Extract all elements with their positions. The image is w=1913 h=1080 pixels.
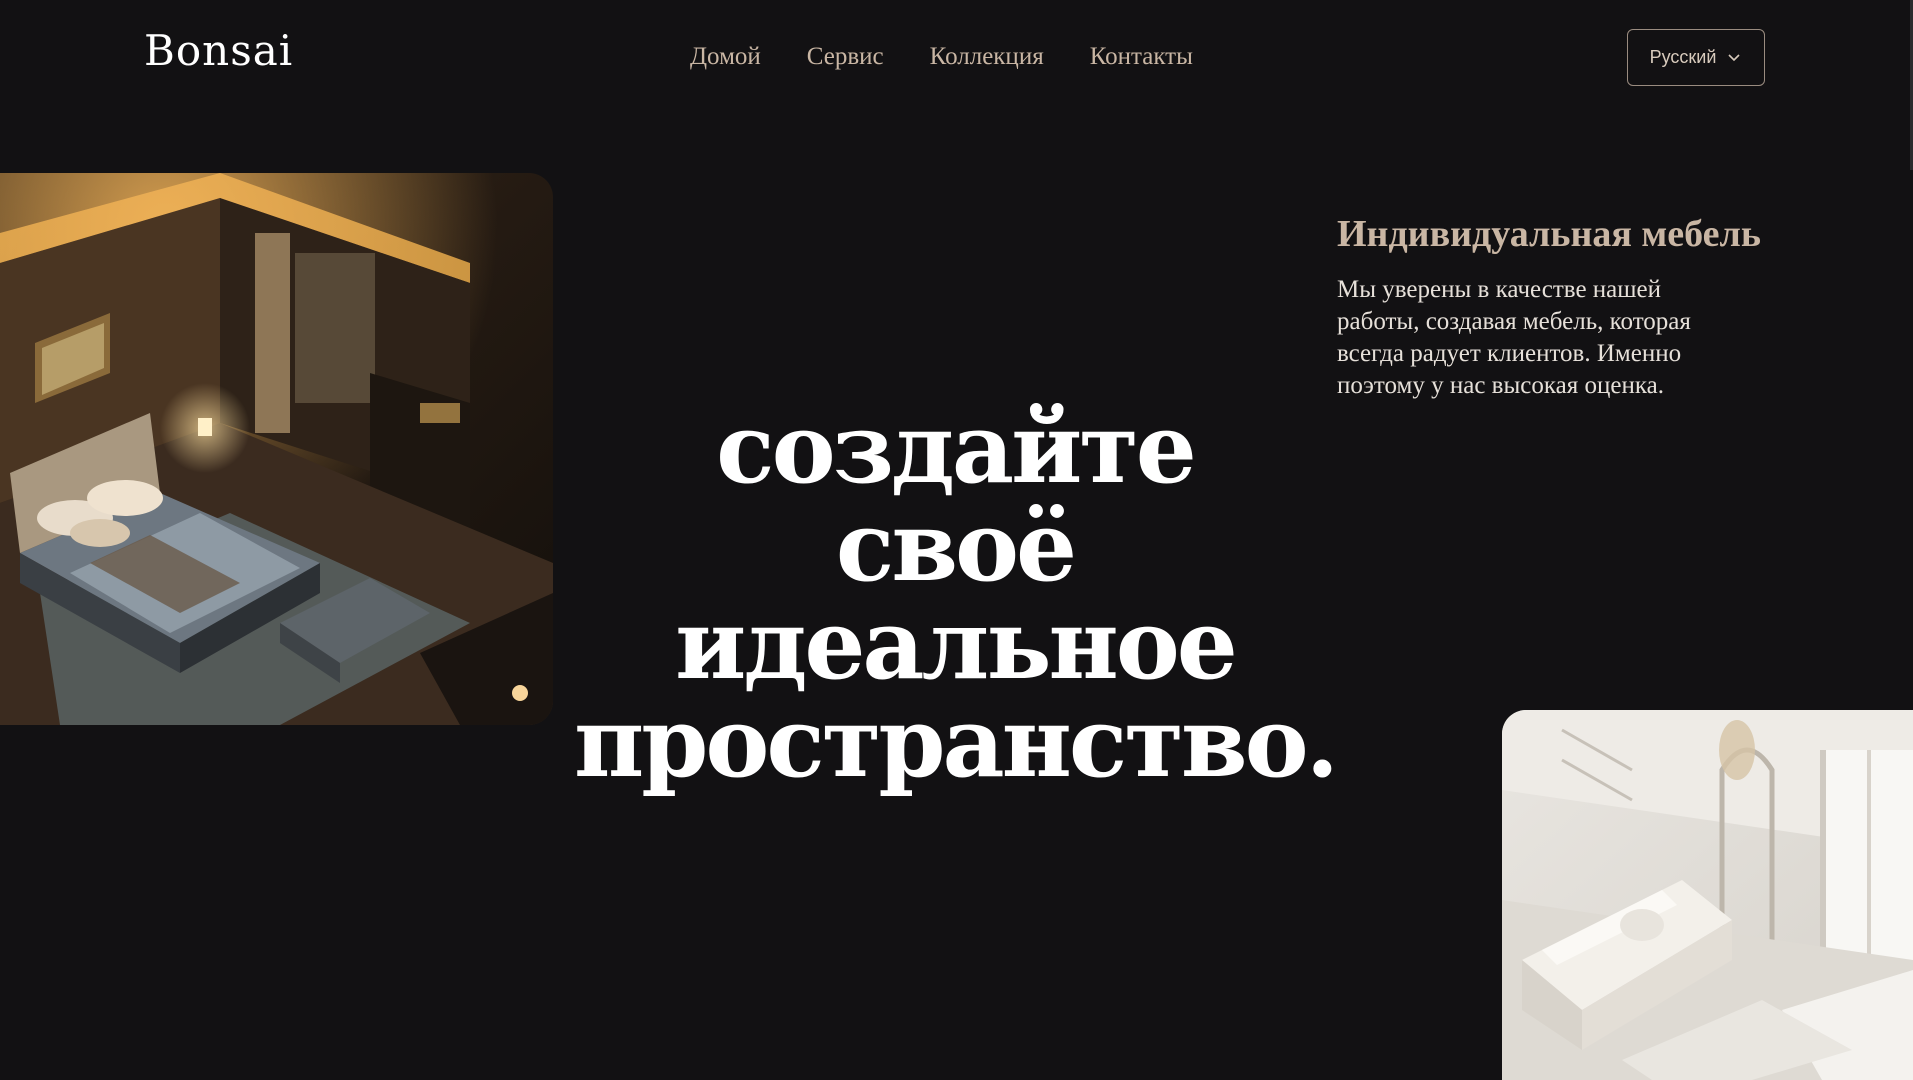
nav-link-service[interactable]: Сервис xyxy=(807,44,884,69)
hero-line-3: идеальное xyxy=(675,588,1238,701)
bedroom-image xyxy=(0,173,553,725)
nav-link-collection[interactable]: Коллекция xyxy=(930,44,1044,69)
language-select[interactable]: Русский xyxy=(1627,29,1765,86)
feature-block: Индивидуальная мебель Мы уверены в качес… xyxy=(1337,213,1777,402)
living-room-image xyxy=(1502,710,1913,1080)
landing-page: Bonsai Домой Сервис Коллекция Контакты Р… xyxy=(0,0,1913,1080)
main-nav: Домой Сервис Коллекция Контакты xyxy=(690,44,1193,69)
hero-line-2: своё xyxy=(835,490,1077,603)
nav-link-contacts[interactable]: Контакты xyxy=(1090,44,1193,69)
hero-line-4: пространство. xyxy=(573,686,1339,799)
nav-link-home[interactable]: Домой xyxy=(690,44,761,69)
chevron-down-icon xyxy=(1728,53,1740,61)
feature-title: Индивидуальная мебель xyxy=(1337,213,1761,255)
brand-logo[interactable]: Bonsai xyxy=(144,30,293,72)
feature-text: Мы уверены в качестве нашей работы, созд… xyxy=(1337,275,1691,399)
language-select-label: Русский xyxy=(1649,47,1717,67)
hero-headline: создайте своё идеальное пространство. xyxy=(560,400,1350,792)
hero-line-1: создайте xyxy=(716,392,1197,505)
